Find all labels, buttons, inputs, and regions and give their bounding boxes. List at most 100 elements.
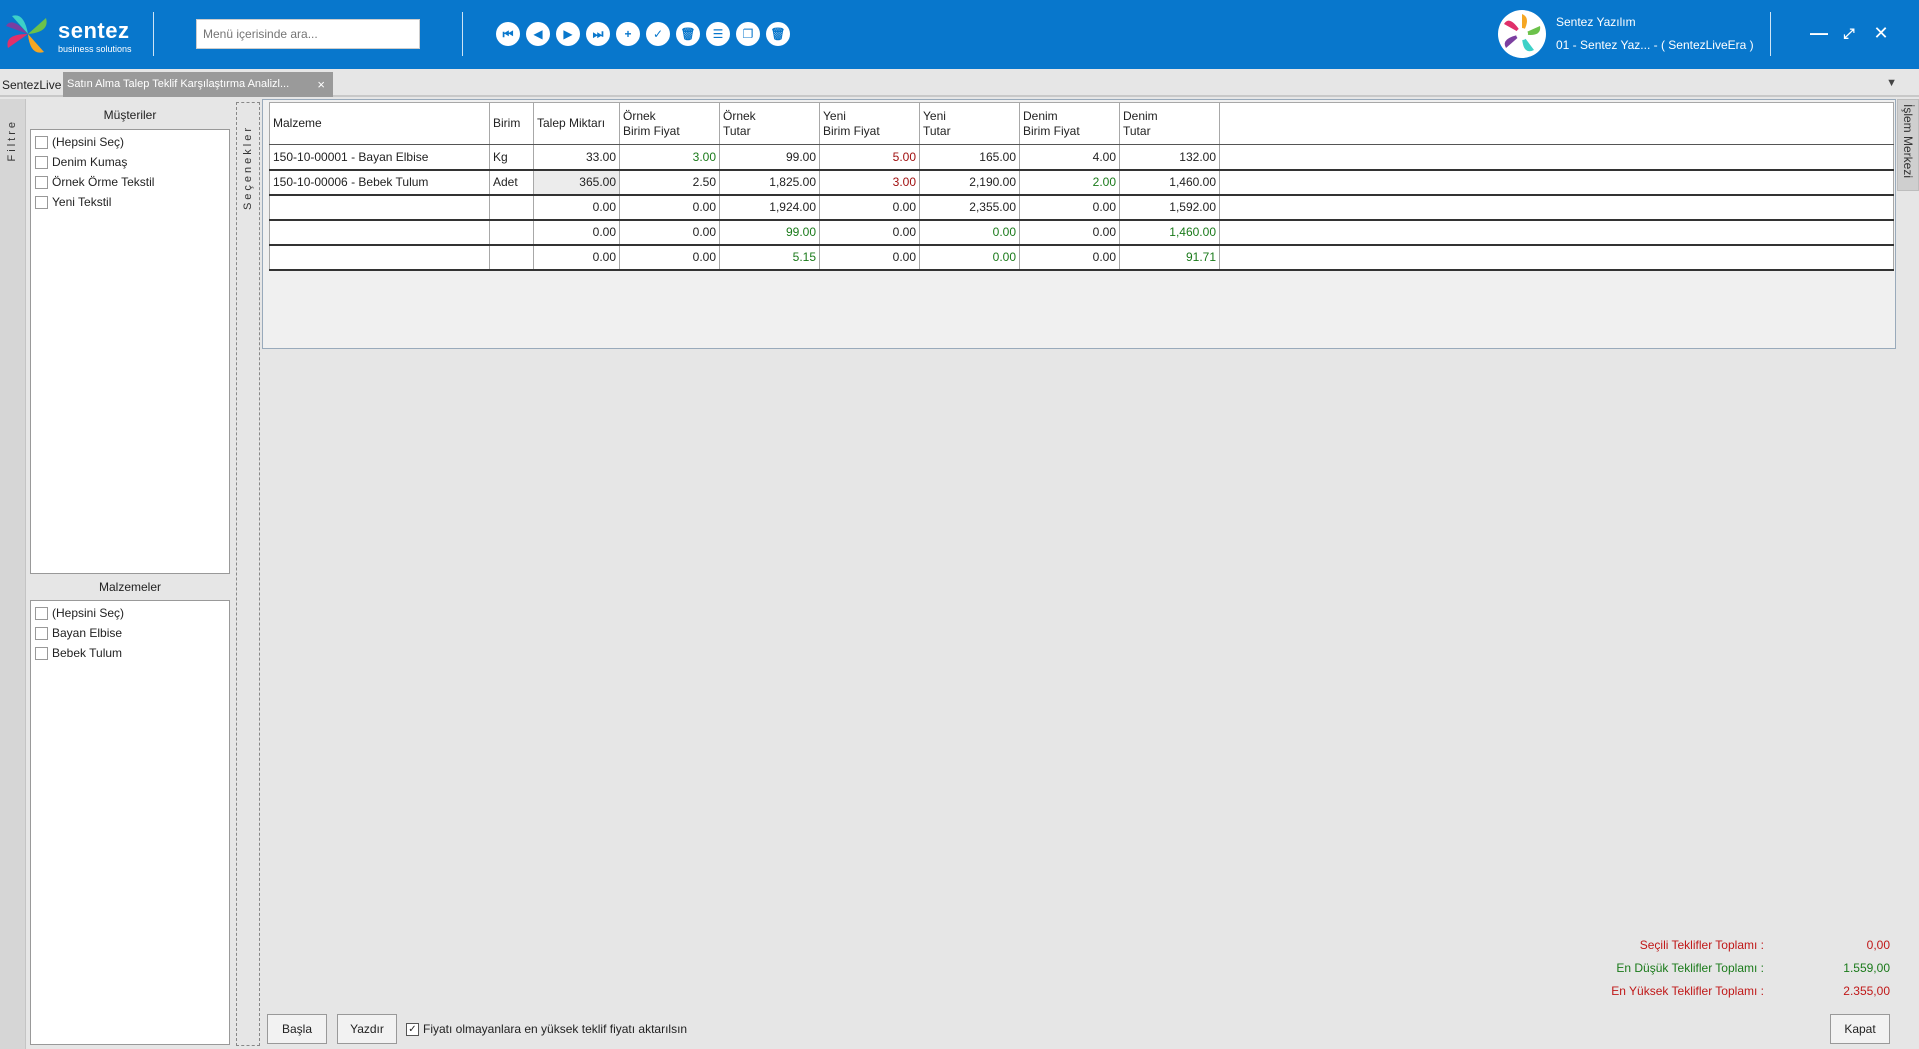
- table-cell[interactable]: [489, 194, 534, 221]
- column-header[interactable]: Denim Birim Fiyat: [1019, 102, 1120, 145]
- list-item[interactable]: Bayan Elbise: [35, 624, 122, 642]
- table-cell[interactable]: 0.00: [919, 219, 1020, 246]
- table-cell[interactable]: 1,825.00: [719, 169, 820, 196]
- list-item[interactable]: Yeni Tekstil: [35, 193, 111, 211]
- table-cell[interactable]: 2.00: [1019, 169, 1120, 196]
- add-button[interactable]: +: [616, 22, 640, 46]
- start-button[interactable]: Başla: [267, 1014, 327, 1044]
- table-cell[interactable]: 91.71: [1119, 244, 1220, 271]
- table-cell[interactable]: 2,190.00: [919, 169, 1020, 196]
- print-button[interactable]: Yazdır: [337, 1014, 397, 1044]
- company-avatar[interactable]: [1498, 10, 1546, 58]
- table-cell[interactable]: 5.15: [719, 244, 820, 271]
- table-cell[interactable]: 99.00: [719, 219, 820, 246]
- list-item-checkbox[interactable]: [35, 135, 48, 149]
- column-header[interactable]: Talep Miktarı: [533, 102, 620, 145]
- table-cell[interactable]: 3.00: [619, 144, 720, 171]
- use-highest-price-option[interactable]: ✓ Fiyatı olmayanlara en yüksek teklif fi…: [406, 1022, 687, 1036]
- sentez-logo[interactable]: sentez business solutions: [2, 8, 152, 60]
- table-cell[interactable]: 132.00: [1119, 144, 1220, 171]
- table-cell[interactable]: 1,924.00: [719, 194, 820, 221]
- filter-side-tab[interactable]: Filtre: [0, 99, 26, 1049]
- table-cell[interactable]: [489, 219, 534, 246]
- table-cell[interactable]: 99.00: [719, 144, 820, 171]
- list-item-checkbox[interactable]: [35, 646, 48, 660]
- table-cell[interactable]: 5.00: [819, 144, 920, 171]
- list-item[interactable]: (Hepsini Seç): [35, 133, 124, 151]
- customers-list[interactable]: (Hepsini Seç) Denim Kumaş Örnek Örme Tekst…: [30, 129, 230, 574]
- last-record-button[interactable]: ⏭: [586, 22, 610, 46]
- islem-merkezi-side-tab[interactable]: İşlem Merkezi: [1897, 99, 1919, 191]
- tab-list-dropdown-icon[interactable]: ▼: [1886, 77, 1897, 89]
- window-button[interactable]: ❐: [736, 22, 760, 46]
- table-cell[interactable]: 4.00: [1019, 144, 1120, 171]
- column-header[interactable]: Denim Tutar: [1119, 102, 1220, 145]
- table-cell[interactable]: 365.00: [533, 169, 620, 196]
- tab-sentezlive[interactable]: SentezLive: [0, 73, 63, 97]
- table-row[interactable]: 150-10-00006 - Bebek Tulum Adet 365.00 2.50…: [269, 169, 1894, 196]
- list-item-checkbox[interactable]: [35, 626, 48, 640]
- table-cell[interactable]: 0.00: [819, 244, 920, 271]
- list-item[interactable]: Denim Kumaş: [35, 153, 127, 171]
- table-cell[interactable]: 0.00: [619, 194, 720, 221]
- list-item-checkbox[interactable]: [35, 195, 48, 209]
- use-highest-price-checkbox[interactable]: ✓: [406, 1022, 419, 1036]
- column-header[interactable]: Yeni Tutar: [919, 102, 1020, 145]
- company-name[interactable]: 01 - Sentez Yaz... - ( SentezLiveEra ): [1556, 38, 1754, 52]
- table-cell[interactable]: 1,460.00: [1119, 219, 1220, 246]
- table-cell[interactable]: 3.00: [819, 169, 920, 196]
- list-item[interactable]: Örnek Örme Tekstil: [35, 173, 154, 191]
- close-tab-icon[interactable]: ×: [317, 72, 325, 97]
- column-header[interactable]: Örnek Birim Fiyat: [619, 102, 720, 145]
- next-record-button[interactable]: ▶: [556, 22, 580, 46]
- table-cell[interactable]: 0.00: [533, 244, 620, 271]
- table-cell[interactable]: 0.00: [619, 219, 720, 246]
- table-row[interactable]: 0.00 0.00 5.15 0.00 0.00 0.00 91.71: [269, 244, 1894, 271]
- table-cell[interactable]: [269, 219, 490, 246]
- table-cell[interactable]: 1,460.00: [1119, 169, 1220, 196]
- column-header[interactable]: Malzeme: [269, 102, 490, 145]
- table-cell[interactable]: Kg: [489, 144, 534, 171]
- table-cell[interactable]: 165.00: [919, 144, 1020, 171]
- table-cell[interactable]: 2.50: [619, 169, 720, 196]
- table-cell[interactable]: 0.00: [919, 244, 1020, 271]
- table-cell[interactable]: [269, 194, 490, 221]
- delete-button[interactable]: 🗑: [676, 22, 700, 46]
- table-cell[interactable]: 0.00: [533, 219, 620, 246]
- list-button[interactable]: ☰: [706, 22, 730, 46]
- table-row[interactable]: 0.00 0.00 99.00 0.00 0.00 0.00 1,460.00: [269, 219, 1894, 246]
- table-cell[interactable]: 0.00: [533, 194, 620, 221]
- trash-button[interactable]: 🗑: [766, 22, 790, 46]
- table-row[interactable]: 0.00 0.00 1,924.00 0.00 2,355.00 0.00 1,592.00: [269, 194, 1894, 221]
- column-header[interactable]: Örnek Tutar: [719, 102, 820, 145]
- list-item[interactable]: (Hepsini Seç): [35, 604, 124, 622]
- options-side-tab[interactable]: Seçenekler: [236, 102, 260, 1046]
- first-record-button[interactable]: ⏮: [496, 22, 520, 46]
- table-cell[interactable]: 0.00: [1019, 194, 1120, 221]
- table-cell[interactable]: 0.00: [1019, 244, 1120, 271]
- table-cell[interactable]: [489, 244, 534, 271]
- tab-teklif-karsilastirma[interactable]: Satın Alma Talep Teklif Karşılaştırma An…: [63, 72, 333, 97]
- previous-record-button[interactable]: ◀: [526, 22, 550, 46]
- table-cell[interactable]: 0.00: [819, 219, 920, 246]
- table-cell[interactable]: 0.00: [619, 244, 720, 271]
- list-item-checkbox[interactable]: [35, 155, 48, 169]
- materials-list[interactable]: (Hepsini Seç) Bayan Elbise Bebek Tulum: [30, 600, 230, 1045]
- table-cell[interactable]: 33.00: [533, 144, 620, 171]
- table-cell[interactable]: 2,355.00: [919, 194, 1020, 221]
- table-cell[interactable]: 0.00: [1019, 219, 1120, 246]
- list-item-checkbox[interactable]: [35, 606, 48, 620]
- table-row[interactable]: 150-10-00001 - Bayan Elbise Kg 33.00 3.00 99…: [269, 144, 1894, 171]
- column-header[interactable]: Birim: [489, 102, 534, 145]
- table-cell[interactable]: 1,592.00: [1119, 194, 1220, 221]
- list-item-checkbox[interactable]: [35, 175, 48, 189]
- column-header[interactable]: Yeni Birim Fiyat: [819, 102, 920, 145]
- restore-icon[interactable]: ⤢: [1836, 20, 1862, 46]
- list-item[interactable]: Bebek Tulum: [35, 644, 122, 662]
- close-button[interactable]: Kapat: [1830, 1014, 1890, 1044]
- table-cell[interactable]: 150-10-00006 - Bebek Tulum: [269, 169, 490, 196]
- table-cell[interactable]: Adet: [489, 169, 534, 196]
- table-cell[interactable]: [269, 244, 490, 271]
- close-window-icon[interactable]: ✕: [1868, 20, 1894, 46]
- menu-search-input[interactable]: [196, 19, 420, 49]
